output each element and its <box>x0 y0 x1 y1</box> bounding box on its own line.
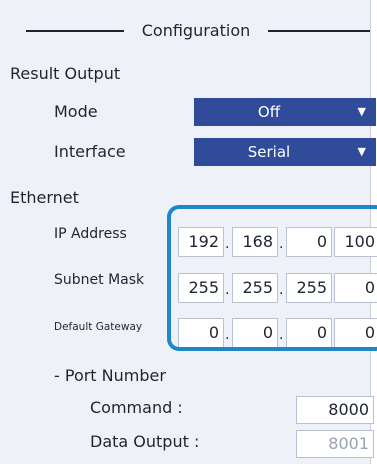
data-output-port-input: 8001 <box>296 430 374 458</box>
octet-dot: . <box>279 282 284 298</box>
octet-dot: . <box>225 236 230 252</box>
command-port-label: Command : <box>90 398 183 417</box>
octet-dot: . <box>225 327 230 343</box>
command-port-input[interactable]: 8000 <box>296 396 374 424</box>
ip-octet-2[interactable]: 168 <box>232 227 278 257</box>
ip-octet-3[interactable]: 0 <box>286 227 332 257</box>
interface-label: Interface <box>54 142 126 161</box>
octet-dot: . <box>279 327 284 343</box>
subnet-octet-3[interactable]: 255 <box>286 273 332 303</box>
gateway-octet-4[interactable]: 0 <box>334 318 377 348</box>
ip-octet-1[interactable]: 192 <box>178 227 224 257</box>
triangle-down-icon: ▼ <box>357 145 366 158</box>
mode-dropdown[interactable]: Off ▼ <box>194 98 376 126</box>
section-title: Configuration <box>0 16 370 46</box>
ip-octet-4[interactable]: 100 <box>334 227 377 257</box>
title-rule-left <box>26 30 124 32</box>
section-title-text: Configuration <box>141 21 251 40</box>
subnet-octet-1[interactable]: 255 <box>178 273 224 303</box>
gateway-octet-1[interactable]: 0 <box>178 318 224 348</box>
configuration-panel: Configuration Result Output Mode Off ▼ I… <box>0 0 377 464</box>
triangle-down-icon: ▼ <box>357 105 366 118</box>
result-output-header: Result Output <box>10 64 121 83</box>
default-gateway-label: Default Gateway <box>54 321 143 333</box>
octet-dot: . <box>225 282 230 298</box>
ip-address-label: IP Address <box>54 226 127 242</box>
mode-value: Off <box>257 103 281 121</box>
port-number-header: - Port Number <box>54 366 166 385</box>
data-output-port-label: Data Output : <box>90 432 200 451</box>
interface-value: Serial <box>247 143 291 161</box>
subnet-octet-2[interactable]: 255 <box>232 273 278 303</box>
title-rule-right <box>268 30 370 32</box>
mode-label: Mode <box>54 102 98 121</box>
subnet-mask-label: Subnet Mask <box>54 272 145 288</box>
octet-dot: . <box>279 236 284 252</box>
gateway-octet-2[interactable]: 0 <box>232 318 278 348</box>
gateway-octet-3[interactable]: 0 <box>286 318 332 348</box>
subnet-octet-4[interactable]: 0 <box>334 273 377 303</box>
ethernet-header: Ethernet <box>10 188 79 207</box>
interface-dropdown[interactable]: Serial ▼ <box>194 138 376 166</box>
